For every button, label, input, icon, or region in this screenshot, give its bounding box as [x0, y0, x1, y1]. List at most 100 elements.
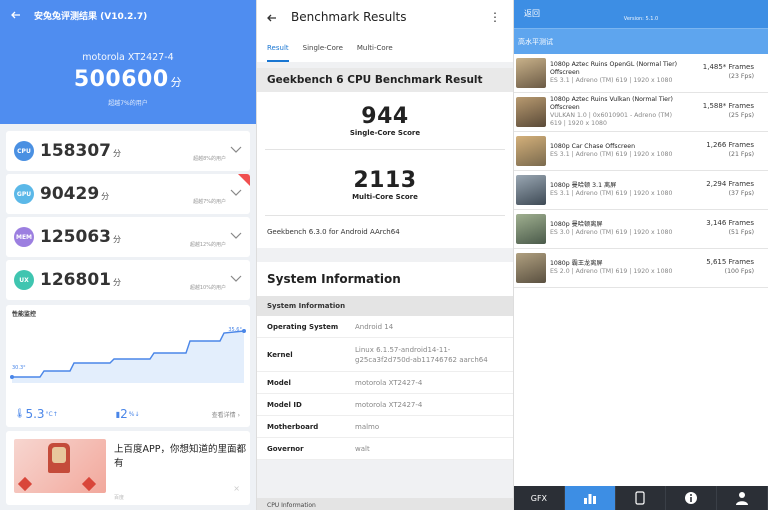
back-arrow-icon[interactable]: [267, 8, 277, 27]
test-api: VULKAN 1.0 | 0x6010901 - Adreno (TM) 619…: [550, 112, 673, 127]
test-thumbnail-icon: [516, 136, 546, 166]
antutu-panel: 安兔兔评测结果 (V10.2.7) motorola XT2427-4 5006…: [0, 0, 256, 510]
beat-percent: 超越10%的用户: [189, 285, 226, 291]
geekbench-panel: Benchmark Results ⋮ Result Single-Core M…: [256, 0, 514, 510]
test-info: 1080p Aztec Ruins Vulkan (Normal Tier) O…: [550, 96, 684, 128]
test-result: 1,266 Frames (21 Fps): [706, 140, 754, 160]
system-info-row: Model motorola XT2427-4: [257, 372, 513, 394]
gfxbench-panel: 返回 Version: 5.1.0 高水平测试 1080p Aztec Ruin…: [514, 0, 768, 510]
test-name: 1080p Aztec Ruins Vulkan (Normal Tier) O…: [550, 96, 673, 111]
tab-multi-core[interactable]: Multi-Core: [357, 34, 393, 62]
nav-tab-info[interactable]: [666, 486, 718, 510]
score-row-gpu[interactable]: GPU 90429 分超越7%的用户: [6, 174, 250, 214]
ad-close-icon[interactable]: ×: [233, 484, 240, 493]
chevron-down-icon[interactable]: [230, 187, 242, 197]
result-list: 1080p Aztec Ruins OpenGL (Normal Tier) O…: [514, 54, 768, 288]
total-score: 500600 分: [0, 67, 256, 92]
nav-tab-gfx[interactable]: GFX: [514, 486, 565, 510]
test-thumbnail-icon: [516, 214, 546, 244]
chevron-down-icon[interactable]: [230, 230, 242, 240]
test-thumbnail-icon: [516, 175, 546, 205]
test-result: 2,294 Frames (37 Fps): [706, 179, 754, 199]
score-row-cpu[interactable]: CPU 158307 分超越8%的用户: [6, 131, 250, 171]
test-info: 1080p 霸王龙离屏 ES 2.0 | Adreno (TM) 619 | 19…: [550, 260, 684, 276]
chevron-down-icon[interactable]: [230, 144, 242, 154]
system-info-row: Motherboard malmo: [257, 416, 513, 438]
fps-value: (21 Fps): [728, 151, 754, 158]
nav-tab-device[interactable]: [616, 486, 667, 510]
system-info-row: Model ID motorola XT2427-4: [257, 394, 513, 416]
battery-drop-value: 2: [120, 407, 128, 421]
battery-drop-stat: ▮ 2 %↓: [116, 407, 140, 421]
test-info: 1080p 曼哈顿 3.1 离屏 ES 3.1 | Adreno (TM) 619…: [550, 182, 684, 198]
test-result: 3,146 Frames (51 Fps): [706, 218, 754, 238]
system-info-value: Linux 6.1.57-android14-11-g25ca3f2d750d-…: [355, 345, 488, 364]
tab-result[interactable]: Result: [267, 34, 289, 62]
gfx-tab-label: GFX: [530, 493, 548, 503]
benchmark-result-row[interactable]: 1080p Aztec Ruins OpenGL (Normal Tier) O…: [514, 54, 768, 93]
test-name: 1080p 曼哈顿 3.1 离屏: [550, 182, 617, 189]
system-info-row: Operating System Android 14: [257, 316, 513, 338]
system-info-value: motorola XT2427-4: [355, 400, 423, 409]
system-info-value: motorola XT2427-4: [355, 378, 423, 387]
monitor-title: 性能监控: [12, 311, 37, 318]
score-value: 90429: [40, 184, 100, 204]
ux-badge-icon: UX: [14, 270, 34, 290]
cpu-info-heading: CPU Information: [257, 498, 513, 510]
details-link[interactable]: 查看详情 ›: [212, 410, 240, 419]
single-core-label: Single-Core Score: [349, 129, 421, 137]
test-name: 1080p 霸王龙离屏: [550, 260, 603, 267]
score-value: 126801: [40, 270, 111, 290]
benchmark-result-row[interactable]: 1080p Aztec Ruins Vulkan (Normal Tier) O…: [514, 93, 768, 132]
chevron-down-icon[interactable]: [230, 273, 242, 283]
frames-value: 5,615 Frames: [706, 258, 754, 266]
performance-monitor: 性能监控 30.3° 35.6° 🌡 5.3 °C↑ ▮ 2 %↓ 查看详情 ›: [6, 305, 250, 427]
system-info-value: Android 14: [355, 322, 394, 331]
benchmark-result-row[interactable]: 1080p 霸王龙离屏 ES 2.0 | Adreno (TM) 619 | 19…: [514, 249, 768, 288]
beat-percent: 超越12%的用户: [189, 242, 226, 248]
system-info-value: walt: [355, 444, 370, 453]
cpu-badge-icon: CPU: [14, 141, 34, 161]
details-label: 查看详情: [211, 412, 236, 419]
score-row-mem[interactable]: MEM 125063 分超越12%的用户: [6, 217, 250, 257]
benchmark-result-row[interactable]: 1080p 曼哈顿 3.1 离屏 ES 3.1 | Adreno (TM) 619…: [514, 171, 768, 210]
temp-start-label: 30.3°: [12, 365, 26, 371]
system-info-key: Kernel: [267, 350, 293, 359]
test-info: 1080p Car Chase Offscreen ES 3.1 | Adreno…: [550, 143, 684, 159]
temp-rise-stat: 🌡 5.3 °C↑: [14, 407, 58, 421]
back-arrow-icon[interactable]: [8, 7, 24, 23]
nav-tab-results[interactable]: [564, 486, 616, 510]
gfx-header: 返回 Version: 5.1.0: [514, 0, 768, 28]
phone-icon: [635, 491, 646, 505]
thermometer-icon: 🌡: [14, 409, 26, 419]
beat-percent: 超越7%的用户: [193, 199, 226, 205]
system-info-key: Operating System: [267, 322, 339, 331]
system-information: System Information System Information Op…: [257, 262, 513, 460]
temp-rise-value: 5.3: [25, 407, 45, 421]
ad-banner[interactable]: 上百度APP，你想知道的里面都有 百度 ×: [6, 431, 250, 505]
more-options-icon[interactable]: ⋮: [489, 10, 501, 24]
mem-badge-icon: MEM: [14, 227, 34, 247]
test-name: 1080p Car Chase Offscreen: [550, 143, 635, 150]
frames-value: 2,294 Frames: [706, 180, 754, 188]
temp-end-label: 35.6°: [228, 327, 242, 333]
score-row-ux[interactable]: UX 126801 分超越10%的用户: [6, 260, 250, 300]
nav-tab-profile[interactable]: [717, 486, 768, 510]
antutu-header: 安兔兔评测结果 (V10.2.7) motorola XT2427-4 5006…: [0, 0, 256, 124]
temp-rise-unit: °C↑: [45, 410, 58, 418]
system-info-key: Model: [267, 378, 291, 387]
tab-single-core[interactable]: Single-Core: [303, 34, 343, 62]
benchmark-result-row[interactable]: 1080p Car Chase Offscreen ES 3.1 | Adreno…: [514, 132, 768, 171]
system-info-key: Model ID: [267, 400, 302, 409]
total-beat-text: 超越7%的用户: [108, 100, 148, 107]
frames-value: 1,588* Frames: [702, 102, 754, 110]
score-value: 158307: [40, 141, 111, 161]
frames-value: 1,485* Frames: [702, 63, 754, 71]
benchmark-result-row[interactable]: 1080p 曼哈顿离屏 ES 3.0 | Adreno (TM) 619 | 19…: [514, 210, 768, 249]
geekbench-header: Benchmark Results ⋮ Result Single-Core M…: [257, 0, 513, 62]
chart-icon: [583, 494, 596, 504]
fps-value: (37 Fps): [728, 190, 754, 197]
ad-image: [14, 439, 106, 493]
fps-value: (100 Fps): [724, 268, 754, 275]
ad-text: 上百度APP，你想知道的里面都有: [114, 444, 246, 469]
